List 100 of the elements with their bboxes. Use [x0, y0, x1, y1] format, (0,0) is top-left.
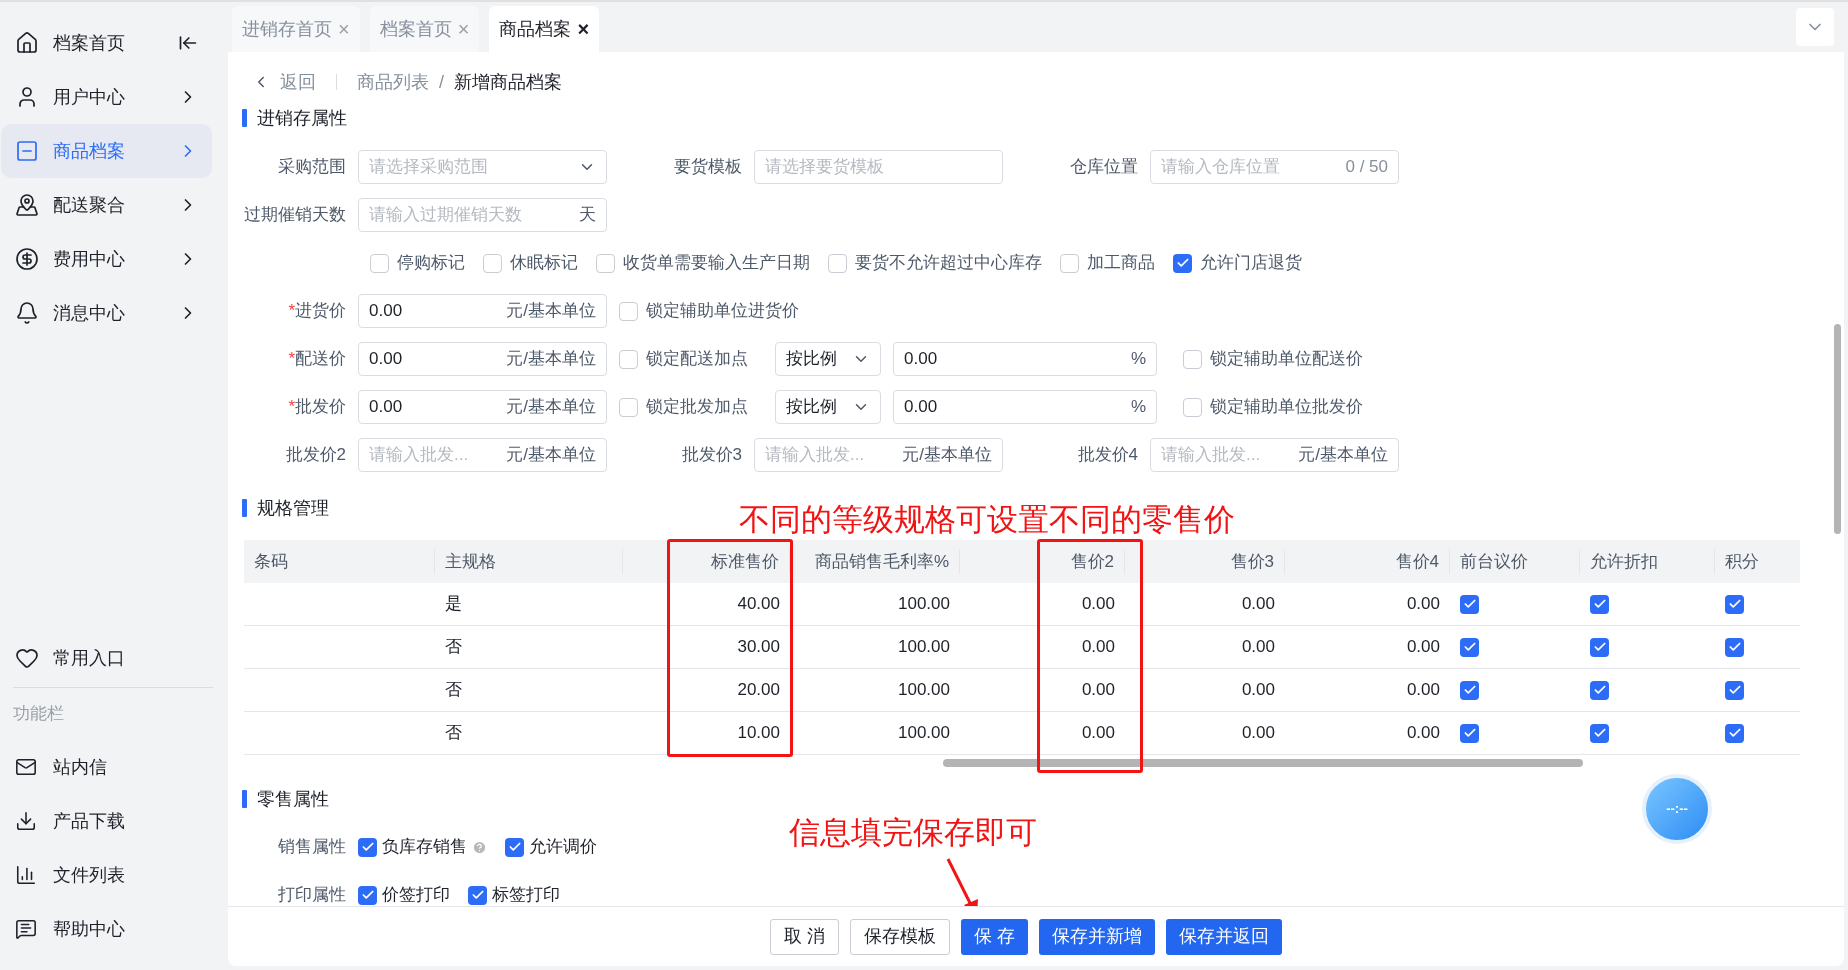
checkbox[interactable] — [1060, 253, 1079, 273]
table-cell-text: 10.00 — [736, 722, 781, 745]
breadcrumb-separator: / — [439, 70, 444, 94]
checkbox-label: 停购标记 — [397, 252, 465, 275]
column-header: 前台议价 — [1450, 548, 1580, 575]
checkbox[interactable] — [1725, 680, 1744, 700]
section-title: 规格管理 — [257, 496, 329, 520]
table-cell-text: 否 — [444, 636, 463, 659]
table-cell-text: 0.00 — [1240, 679, 1276, 702]
checkbox[interactable] — [1590, 637, 1609, 657]
check-icon — [1462, 640, 1477, 654]
sidebar-item[interactable]: 常用入口 — [1, 631, 212, 685]
primary-button[interactable]: 保 存 — [961, 918, 1028, 955]
input-field[interactable]: 请输入批发... 元/基本单位 — [358, 438, 607, 472]
checkbox[interactable] — [358, 885, 377, 905]
annotation-text: 不同的等级规格可设置不同的零售价 — [739, 504, 1235, 535]
close-icon[interactable]: × — [577, 14, 590, 44]
table-cell-text: 0.00 — [1405, 679, 1441, 702]
select-field[interactable]: 按比例 — [775, 390, 881, 424]
checkbox[interactable] — [1590, 723, 1609, 743]
sidebar-item[interactable]: 费用中心 — [1, 232, 212, 286]
secondary-button[interactable]: 取 消 — [770, 918, 839, 955]
section-title: 进销存属性 — [257, 106, 347, 130]
checkbox[interactable] — [1590, 680, 1609, 700]
sidebar-item[interactable]: 配送聚合 — [1, 178, 212, 232]
checkbox[interactable] — [619, 397, 638, 417]
input-field[interactable]: 0.00 元/基本单位 — [358, 342, 607, 376]
input-field[interactable]: 请输入过期催销天数 天 — [358, 198, 607, 232]
input-field[interactable]: 0.00 % — [893, 390, 1157, 424]
checkbox[interactable] — [1725, 637, 1744, 657]
checkbox[interactable] — [619, 349, 638, 369]
section-title: 功能栏 — [12, 703, 65, 726]
input-field[interactable]: 请输入批发... 元/基本单位 — [1150, 438, 1399, 472]
secondary-button[interactable]: 保存模板 — [850, 918, 950, 955]
checkbox[interactable] — [596, 253, 615, 273]
checkbox[interactable] — [358, 837, 377, 857]
download-icon — [15, 810, 37, 832]
checkbox[interactable] — [468, 885, 487, 905]
field-label: 批发价4 — [1076, 444, 1139, 467]
check-icon — [1727, 640, 1742, 654]
input-field[interactable]: 0.00 元/基本单位 — [358, 390, 607, 424]
checkbox[interactable] — [1590, 594, 1609, 614]
scrollbar[interactable] — [943, 759, 1583, 767]
check-icon — [1592, 640, 1607, 654]
primary-button[interactable]: 保存并返回 — [1166, 918, 1282, 955]
check-icon — [1727, 597, 1742, 611]
sidebar-item[interactable]: 帮助中心 — [1, 902, 212, 956]
table-cell-text: 0.00 — [1240, 636, 1276, 659]
checkbox[interactable] — [1460, 723, 1479, 743]
check-icon — [1727, 726, 1742, 740]
breadcrumb-current: 新增商品档案 — [454, 70, 562, 94]
checkbox[interactable] — [828, 253, 847, 273]
sidebar-item[interactable]: 文件列表 — [1, 848, 212, 902]
checkbox[interactable] — [1460, 637, 1479, 657]
sidebar-item[interactable]: 产品下载 — [1, 794, 212, 848]
sidebar-item[interactable]: 消息中心 — [1, 286, 212, 340]
annotation-text: 信息填完保存即可 — [789, 817, 1037, 848]
table-cell-text: 0.00 — [1080, 722, 1116, 745]
sidebar-item[interactable]: 站内信 — [1, 740, 212, 794]
checkbox[interactable] — [619, 301, 638, 321]
sidebar-item[interactable]: 用户中心 — [1, 70, 212, 124]
checkbox-label: 锁定辅助单位配送价 — [1210, 348, 1363, 371]
input-field[interactable]: 0.00 % — [893, 342, 1157, 376]
sidebar-item[interactable]: 商品档案 — [1, 124, 212, 178]
field-label: 采购范围 — [277, 156, 347, 179]
collapse-icon — [178, 33, 198, 53]
column-header: 商品销售毛利率% — [790, 548, 960, 575]
input-field[interactable]: 请输入批发... 元/基本单位 — [754, 438, 1003, 472]
column-header: 售价4 — [1285, 548, 1450, 575]
checkbox-label: 价签打印 — [382, 884, 450, 906]
table-cell-text: 是 — [444, 593, 463, 616]
column-header: 允许折扣 — [1580, 548, 1715, 575]
checkbox[interactable] — [1173, 253, 1192, 273]
checkbox[interactable] — [1460, 594, 1479, 614]
checkbox[interactable] — [483, 253, 502, 273]
bell-icon — [15, 301, 39, 325]
checkbox-label: 允许门店退货 — [1200, 252, 1302, 275]
input-field[interactable]: 0.00 元/基本单位 — [358, 294, 607, 328]
table-cell-text: 30.00 — [736, 636, 781, 659]
sidebar-item[interactable]: 档案首页 — [1, 16, 212, 70]
checkbox[interactable] — [370, 253, 389, 273]
check-icon — [1175, 256, 1190, 270]
checkbox[interactable] — [505, 837, 524, 857]
select-field[interactable]: 按比例 — [775, 342, 881, 376]
table-cell-text: 20.00 — [736, 679, 781, 702]
checkbox[interactable] — [1183, 397, 1202, 417]
tab[interactable]: 商品档案 × — [489, 6, 600, 52]
scrollbar[interactable] — [1833, 324, 1841, 534]
map-icon — [15, 193, 39, 217]
primary-button[interactable]: 保存并新增 — [1039, 918, 1155, 955]
field-label: 销售属性 — [277, 836, 347, 859]
checkbox[interactable] — [1460, 680, 1479, 700]
table-cell-text: 否 — [444, 722, 463, 745]
checkbox[interactable] — [1725, 594, 1744, 614]
table-cell-text: 100.00 — [897, 679, 951, 702]
checkbox[interactable] — [1725, 723, 1744, 743]
table-cell-text: 0.00 — [1405, 722, 1441, 745]
checkbox-label: 休眠标记 — [510, 252, 578, 275]
table-cell-text: 0.00 — [1240, 593, 1276, 616]
checkbox[interactable] — [1183, 349, 1202, 369]
